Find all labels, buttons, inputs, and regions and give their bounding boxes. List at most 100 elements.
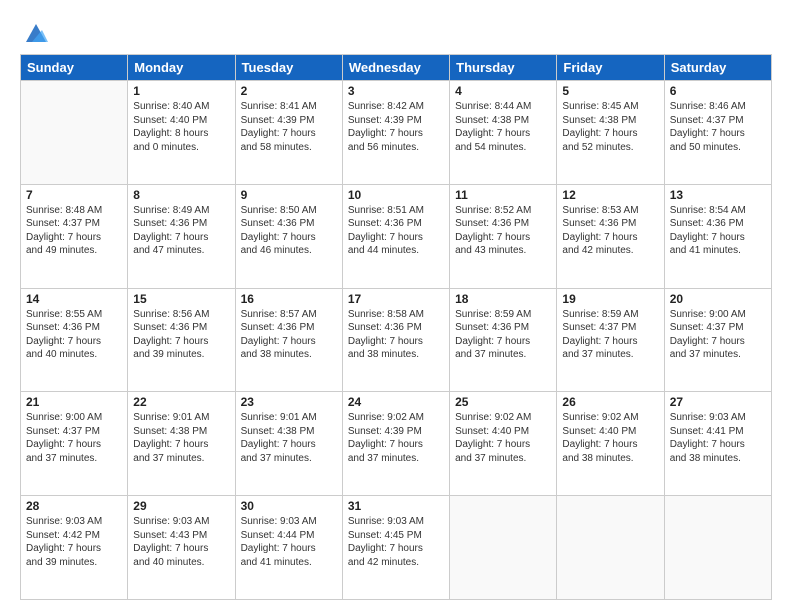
- day-info: Sunset: 4:36 PM: [348, 217, 444, 231]
- day-info: Daylight: 7 hours: [455, 438, 551, 452]
- day-number: 4: [455, 84, 551, 98]
- day-number: 6: [670, 84, 766, 98]
- day-info: Daylight: 7 hours: [133, 438, 229, 452]
- day-info: and 40 minutes.: [133, 556, 229, 570]
- day-info: Sunset: 4:37 PM: [26, 217, 122, 231]
- day-info: Sunrise: 8:51 AM: [348, 204, 444, 218]
- day-number: 18: [455, 292, 551, 306]
- day-number: 17: [348, 292, 444, 306]
- day-info: Sunrise: 8:52 AM: [455, 204, 551, 218]
- day-number: 23: [241, 395, 337, 409]
- calendar-cell: 1Sunrise: 8:40 AMSunset: 4:40 PMDaylight…: [128, 81, 235, 185]
- calendar: SundayMondayTuesdayWednesdayThursdayFrid…: [20, 54, 772, 600]
- day-number: 7: [26, 188, 122, 202]
- day-number: 21: [26, 395, 122, 409]
- day-info: and 41 minutes.: [670, 244, 766, 258]
- day-info: Sunrise: 9:03 AM: [670, 411, 766, 425]
- day-number: 5: [562, 84, 658, 98]
- calendar-cell: [557, 496, 664, 600]
- day-info: Sunset: 4:40 PM: [455, 425, 551, 439]
- calendar-cell: 27Sunrise: 9:03 AMSunset: 4:41 PMDayligh…: [664, 392, 771, 496]
- day-number: 22: [133, 395, 229, 409]
- day-info: Daylight: 7 hours: [26, 335, 122, 349]
- calendar-cell: 14Sunrise: 8:55 AMSunset: 4:36 PMDayligh…: [21, 288, 128, 392]
- calendar-cell: 21Sunrise: 9:00 AMSunset: 4:37 PMDayligh…: [21, 392, 128, 496]
- calendar-cell: 2Sunrise: 8:41 AMSunset: 4:39 PMDaylight…: [235, 81, 342, 185]
- day-info: Daylight: 7 hours: [133, 335, 229, 349]
- day-number: 24: [348, 395, 444, 409]
- calendar-cell: 13Sunrise: 8:54 AMSunset: 4:36 PMDayligh…: [664, 184, 771, 288]
- calendar-cell: 7 Sunrise: 8:48 AMSunset: 4:37 PMDaylight…: [21, 184, 128, 288]
- calendar-cell: 4Sunrise: 8:44 AMSunset: 4:38 PMDaylight…: [450, 81, 557, 185]
- day-info: Sunset: 4:38 PM: [455, 114, 551, 128]
- calendar-cell: 24Sunrise: 9:02 AMSunset: 4:39 PMDayligh…: [342, 392, 449, 496]
- day-info: Daylight: 7 hours: [670, 127, 766, 141]
- day-info: Sunset: 4:37 PM: [670, 114, 766, 128]
- day-info: and 37 minutes.: [562, 348, 658, 362]
- day-info: Sunset: 4:42 PM: [26, 529, 122, 543]
- day-info: Daylight: 7 hours: [26, 231, 122, 245]
- day-info: Sunset: 4:36 PM: [455, 217, 551, 231]
- day-info: Sunrise: 8:45 AM: [562, 100, 658, 114]
- day-info: Sunset: 4:41 PM: [670, 425, 766, 439]
- day-info: Sunrise: 8:41 AM: [241, 100, 337, 114]
- day-info: Sunrise: 9:02 AM: [455, 411, 551, 425]
- day-info: Daylight: 7 hours: [133, 542, 229, 556]
- day-info: and 43 minutes.: [455, 244, 551, 258]
- day-info: Sunset: 4:36 PM: [670, 217, 766, 231]
- calendar-cell: 5Sunrise: 8:45 AMSunset: 4:38 PMDaylight…: [557, 81, 664, 185]
- day-info: Daylight: 7 hours: [455, 335, 551, 349]
- calendar-cell: 19Sunrise: 8:59 AMSunset: 4:37 PMDayligh…: [557, 288, 664, 392]
- day-info: and 47 minutes.: [133, 244, 229, 258]
- calendar-cell: [664, 496, 771, 600]
- day-info: Sunset: 4:38 PM: [562, 114, 658, 128]
- calendar-cell: 26Sunrise: 9:02 AMSunset: 4:40 PMDayligh…: [557, 392, 664, 496]
- day-info: Sunset: 4:39 PM: [348, 425, 444, 439]
- day-info: Daylight: 8 hours: [133, 127, 229, 141]
- day-info: Daylight: 7 hours: [241, 438, 337, 452]
- day-info: Sunrise: 8:42 AM: [348, 100, 444, 114]
- day-number: 26: [562, 395, 658, 409]
- header: [20, 18, 772, 44]
- page: SundayMondayTuesdayWednesdayThursdayFrid…: [0, 0, 792, 612]
- day-info: Sunset: 4:37 PM: [26, 425, 122, 439]
- calendar-cell: 10Sunrise: 8:51 AMSunset: 4:36 PMDayligh…: [342, 184, 449, 288]
- day-info: Daylight: 7 hours: [562, 335, 658, 349]
- day-info: Sunrise: 9:02 AM: [348, 411, 444, 425]
- day-number: 14: [26, 292, 122, 306]
- day-number: 31: [348, 499, 444, 513]
- day-info: and 42 minutes.: [348, 556, 444, 570]
- day-info: Sunrise: 8:46 AM: [670, 100, 766, 114]
- logo: [20, 22, 50, 44]
- day-info: Daylight: 7 hours: [241, 231, 337, 245]
- day-info: Sunrise: 8:54 AM: [670, 204, 766, 218]
- day-info: Sunrise: 9:01 AM: [241, 411, 337, 425]
- col-header-monday: Monday: [128, 55, 235, 81]
- day-info: and 0 minutes.: [133, 141, 229, 155]
- logo-icon: [22, 20, 50, 48]
- calendar-cell: 31Sunrise: 9:03 AMSunset: 4:45 PMDayligh…: [342, 496, 449, 600]
- day-info: and 46 minutes.: [241, 244, 337, 258]
- day-number: 3: [348, 84, 444, 98]
- day-number: 12: [562, 188, 658, 202]
- day-info: Daylight: 7 hours: [670, 231, 766, 245]
- day-info: Sunrise: 9:03 AM: [133, 515, 229, 529]
- day-info: Sunrise: 8:48 AM: [26, 204, 122, 218]
- col-header-tuesday: Tuesday: [235, 55, 342, 81]
- calendar-cell: [450, 496, 557, 600]
- calendar-cell: 3Sunrise: 8:42 AMSunset: 4:39 PMDaylight…: [342, 81, 449, 185]
- day-info: Sunrise: 8:59 AM: [562, 308, 658, 322]
- day-info: Sunrise: 9:03 AM: [241, 515, 337, 529]
- day-info: Daylight: 7 hours: [562, 231, 658, 245]
- calendar-cell: 30Sunrise: 9:03 AMSunset: 4:44 PMDayligh…: [235, 496, 342, 600]
- day-info: and 58 minutes.: [241, 141, 337, 155]
- calendar-cell: 18Sunrise: 8:59 AMSunset: 4:36 PMDayligh…: [450, 288, 557, 392]
- calendar-week-row: 28Sunrise: 9:03 AMSunset: 4:42 PMDayligh…: [21, 496, 772, 600]
- day-info: and 49 minutes.: [26, 244, 122, 258]
- day-info: Sunset: 4:38 PM: [133, 425, 229, 439]
- day-info: Daylight: 7 hours: [348, 542, 444, 556]
- day-info: Sunrise: 9:00 AM: [670, 308, 766, 322]
- day-info: Daylight: 7 hours: [455, 127, 551, 141]
- day-info: and 37 minutes.: [455, 348, 551, 362]
- day-info: and 37 minutes.: [26, 452, 122, 466]
